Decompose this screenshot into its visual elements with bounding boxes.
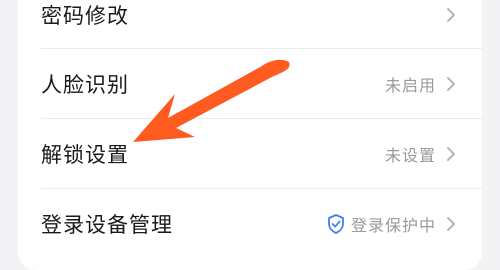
- row-login-device-management[interactable]: 登录设备管理 登录保护中: [18, 189, 482, 259]
- unlock-settings-status: 未设置: [384, 146, 436, 165]
- row-password-change[interactable]: 密码修改: [18, 0, 482, 50]
- row-right-group: [446, 7, 456, 23]
- chevron-right-icon: [447, 77, 455, 91]
- login-protection-status: 登录保护中: [350, 216, 436, 235]
- face-recognition-label: 人脸识别: [41, 73, 129, 97]
- login-device-management-label: 登录设备管理: [41, 213, 173, 237]
- row-unlock-settings[interactable]: 解锁设置 未设置: [18, 119, 482, 189]
- chevron-right-icon: [447, 8, 455, 22]
- row-face-recognition[interactable]: 人脸识别 未启用: [18, 49, 482, 119]
- password-change-label: 密码修改: [41, 4, 129, 28]
- row-right-group: 未启用: [385, 72, 456, 96]
- row-right-group: 登录保护中: [327, 212, 456, 236]
- unlock-settings-label: 解锁设置: [41, 143, 129, 167]
- chevron-right-icon: [447, 147, 455, 161]
- face-recognition-status: 未启用: [384, 76, 436, 95]
- chevron-right-icon: [447, 217, 455, 231]
- row-right-group: 未设置: [385, 142, 456, 166]
- settings-card: 密码修改 人脸识别 未启用 解锁设置 未设置 登录设备管理 登录保护中: [18, 0, 482, 270]
- shield-check-icon: [328, 214, 344, 234]
